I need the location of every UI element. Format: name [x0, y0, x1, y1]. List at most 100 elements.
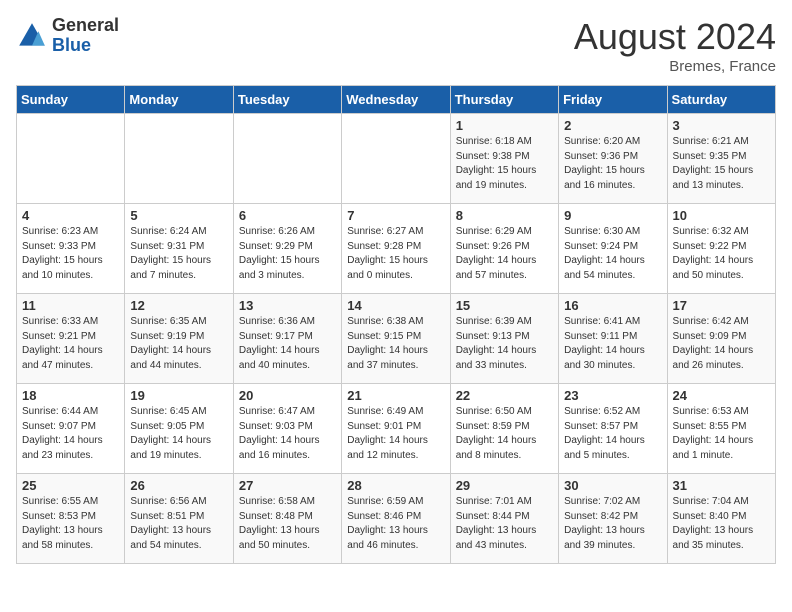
calendar-cell: [233, 114, 341, 204]
day-number: 31: [673, 478, 770, 493]
day-detail: Sunrise: 6:33 AM Sunset: 9:21 PM Dayligh…: [22, 315, 119, 373]
calendar-table: SundayMondayTuesdayWednesdayThursdayFrid…: [16, 85, 776, 564]
calendar-week-1: 4 Sunrise: 6:23 AM Sunset: 9:33 PM Daylig…: [17, 204, 776, 294]
day-detail: Sunrise: 6:20 AM Sunset: 9:36 PM Dayligh…: [564, 135, 661, 193]
calendar-cell: 27 Sunrise: 6:58 AM Sunset: 8:48 PM Dayli…: [233, 474, 341, 564]
day-number: 4: [22, 208, 119, 223]
day-detail: Sunrise: 6:41 AM Sunset: 9:11 PM Dayligh…: [564, 315, 661, 373]
calendar-cell: 16Sunrise: 6:41 AM Sunset: 9:11 PM Dayli…: [559, 294, 667, 384]
calendar-cell: 21 Sunrise: 6:49 AM Sunset: 9:01 PM Dayli…: [342, 384, 450, 474]
day-detail: Sunrise: 6:35 AM Sunset: 9:19 PM Dayligh…: [130, 315, 227, 373]
calendar-cell: 31 Sunrise: 7:04 AM Sunset: 8:40 PM Dayli…: [667, 474, 775, 564]
day-number: 24: [673, 388, 770, 403]
day-number: 12: [130, 298, 227, 313]
day-number: 8: [456, 208, 553, 223]
day-detail: Sunrise: 6:18 AM Sunset: 9:38 PM Dayligh…: [456, 135, 553, 193]
calendar-cell: 24 Sunrise: 6:53 AM Sunset: 8:55 PM Dayli…: [667, 384, 775, 474]
calendar-cell: 25Sunrise: 6:55 AM Sunset: 8:53 PM Dayli…: [17, 474, 125, 564]
calendar-cell: 26 Sunrise: 6:56 AM Sunset: 8:51 PM Dayli…: [125, 474, 233, 564]
day-detail: Sunrise: 6:30 AM Sunset: 9:24 PM Dayligh…: [564, 225, 661, 283]
calendar-cell: 13Sunrise: 6:36 AM Sunset: 9:17 PM Dayli…: [233, 294, 341, 384]
calendar-cell: 28 Sunrise: 6:59 AM Sunset: 8:46 PM Dayli…: [342, 474, 450, 564]
day-number: 30: [564, 478, 661, 493]
header-monday: Monday: [125, 86, 233, 114]
day-detail: Sunrise: 6:26 AM Sunset: 9:29 PM Dayligh…: [239, 225, 336, 283]
calendar-cell: 30 Sunrise: 7:02 AM Sunset: 8:42 PM Dayli…: [559, 474, 667, 564]
day-detail: Sunrise: 6:24 AM Sunset: 9:31 PM Dayligh…: [130, 225, 227, 283]
calendar-cell: 14Sunrise: 6:38 AM Sunset: 9:15 PM Dayli…: [342, 294, 450, 384]
day-number: 29: [456, 478, 553, 493]
day-number: 10: [673, 208, 770, 223]
calendar-cell: 29 Sunrise: 7:01 AM Sunset: 8:44 PM Dayli…: [450, 474, 558, 564]
day-detail: Sunrise: 6:53 AM Sunset: 8:55 PM Dayligh…: [673, 405, 770, 463]
day-detail: Sunrise: 6:47 AM Sunset: 9:03 PM Dayligh…: [239, 405, 336, 463]
calendar-cell: 20 Sunrise: 6:47 AM Sunset: 9:03 PM Dayli…: [233, 384, 341, 474]
calendar-week-4: 25Sunrise: 6:55 AM Sunset: 8:53 PM Dayli…: [17, 474, 776, 564]
day-detail: Sunrise: 7:01 AM Sunset: 8:44 PM Dayligh…: [456, 495, 553, 553]
day-number: 18: [22, 388, 119, 403]
logo-icon: [16, 20, 48, 52]
day-detail: Sunrise: 6:23 AM Sunset: 9:33 PM Dayligh…: [22, 225, 119, 283]
day-detail: Sunrise: 6:58 AM Sunset: 8:48 PM Dayligh…: [239, 495, 336, 553]
header-sunday: Sunday: [17, 86, 125, 114]
day-number: 2: [564, 118, 661, 133]
calendar-cell: 4 Sunrise: 6:23 AM Sunset: 9:33 PM Daylig…: [17, 204, 125, 294]
day-number: 21: [347, 388, 444, 403]
day-number: 3: [673, 118, 770, 133]
logo-general: General: [52, 16, 119, 36]
calendar-week-0: 1 Sunrise: 6:18 AM Sunset: 9:38 PM Daylig…: [17, 114, 776, 204]
calendar-cell: 15 Sunrise: 6:39 AM Sunset: 9:13 PM Dayli…: [450, 294, 558, 384]
day-detail: Sunrise: 7:02 AM Sunset: 8:42 PM Dayligh…: [564, 495, 661, 553]
header-saturday: Saturday: [667, 86, 775, 114]
day-number: 13: [239, 298, 336, 313]
calendar-cell: 2 Sunrise: 6:20 AM Sunset: 9:36 PM Daylig…: [559, 114, 667, 204]
calendar-cell: 19 Sunrise: 6:45 AM Sunset: 9:05 PM Dayli…: [125, 384, 233, 474]
logo: General Blue: [16, 16, 119, 56]
day-number: 1: [456, 118, 553, 133]
calendar-cell: 9Sunrise: 6:30 AM Sunset: 9:24 PM Daylig…: [559, 204, 667, 294]
day-number: 7: [347, 208, 444, 223]
day-number: 28: [347, 478, 444, 493]
day-detail: Sunrise: 6:49 AM Sunset: 9:01 PM Dayligh…: [347, 405, 444, 463]
day-number: 17: [673, 298, 770, 313]
day-detail: Sunrise: 6:56 AM Sunset: 8:51 PM Dayligh…: [130, 495, 227, 553]
day-detail: Sunrise: 6:59 AM Sunset: 8:46 PM Dayligh…: [347, 495, 444, 553]
day-detail: Sunrise: 6:42 AM Sunset: 9:09 PM Dayligh…: [673, 315, 770, 373]
calendar-cell: 1 Sunrise: 6:18 AM Sunset: 9:38 PM Daylig…: [450, 114, 558, 204]
day-number: 15: [456, 298, 553, 313]
day-number: 19: [130, 388, 227, 403]
calendar-cell: [17, 114, 125, 204]
day-detail: Sunrise: 6:39 AM Sunset: 9:13 PM Dayligh…: [456, 315, 553, 373]
calendar-cell: 12 Sunrise: 6:35 AM Sunset: 9:19 PM Dayli…: [125, 294, 233, 384]
page-header: General Blue August 2024 Bremes, France: [16, 16, 776, 75]
day-detail: Sunrise: 6:45 AM Sunset: 9:05 PM Dayligh…: [130, 405, 227, 463]
location-subtitle: Bremes, France: [574, 58, 776, 75]
day-detail: Sunrise: 6:21 AM Sunset: 9:35 PM Dayligh…: [673, 135, 770, 193]
logo-text: General Blue: [52, 16, 119, 56]
day-number: 20: [239, 388, 336, 403]
day-number: 23: [564, 388, 661, 403]
title-block: August 2024 Bremes, France: [574, 16, 776, 75]
calendar-cell: 3 Sunrise: 6:21 AM Sunset: 9:35 PM Daylig…: [667, 114, 775, 204]
day-detail: Sunrise: 6:52 AM Sunset: 8:57 PM Dayligh…: [564, 405, 661, 463]
day-detail: Sunrise: 6:44 AM Sunset: 9:07 PM Dayligh…: [22, 405, 119, 463]
day-number: 11: [22, 298, 119, 313]
day-number: 27: [239, 478, 336, 493]
day-detail: Sunrise: 7:04 AM Sunset: 8:40 PM Dayligh…: [673, 495, 770, 553]
day-number: 6: [239, 208, 336, 223]
calendar-week-3: 18 Sunrise: 6:44 AM Sunset: 9:07 PM Dayli…: [17, 384, 776, 474]
day-detail: Sunrise: 6:32 AM Sunset: 9:22 PM Dayligh…: [673, 225, 770, 283]
day-number: 26: [130, 478, 227, 493]
calendar-cell: 18 Sunrise: 6:44 AM Sunset: 9:07 PM Dayli…: [17, 384, 125, 474]
header-thursday: Thursday: [450, 86, 558, 114]
header-wednesday: Wednesday: [342, 86, 450, 114]
calendar-cell: [125, 114, 233, 204]
calendar-week-2: 11 Sunrise: 6:33 AM Sunset: 9:21 PM Dayli…: [17, 294, 776, 384]
calendar-cell: 10 Sunrise: 6:32 AM Sunset: 9:22 PM Dayli…: [667, 204, 775, 294]
calendar-cell: 8Sunrise: 6:29 AM Sunset: 9:26 PM Daylig…: [450, 204, 558, 294]
calendar-cell: 17 Sunrise: 6:42 AM Sunset: 9:09 PM Dayli…: [667, 294, 775, 384]
day-number: 14: [347, 298, 444, 313]
day-number: 25: [22, 478, 119, 493]
calendar-cell: 5Sunrise: 6:24 AM Sunset: 9:31 PM Daylig…: [125, 204, 233, 294]
header-friday: Friday: [559, 86, 667, 114]
